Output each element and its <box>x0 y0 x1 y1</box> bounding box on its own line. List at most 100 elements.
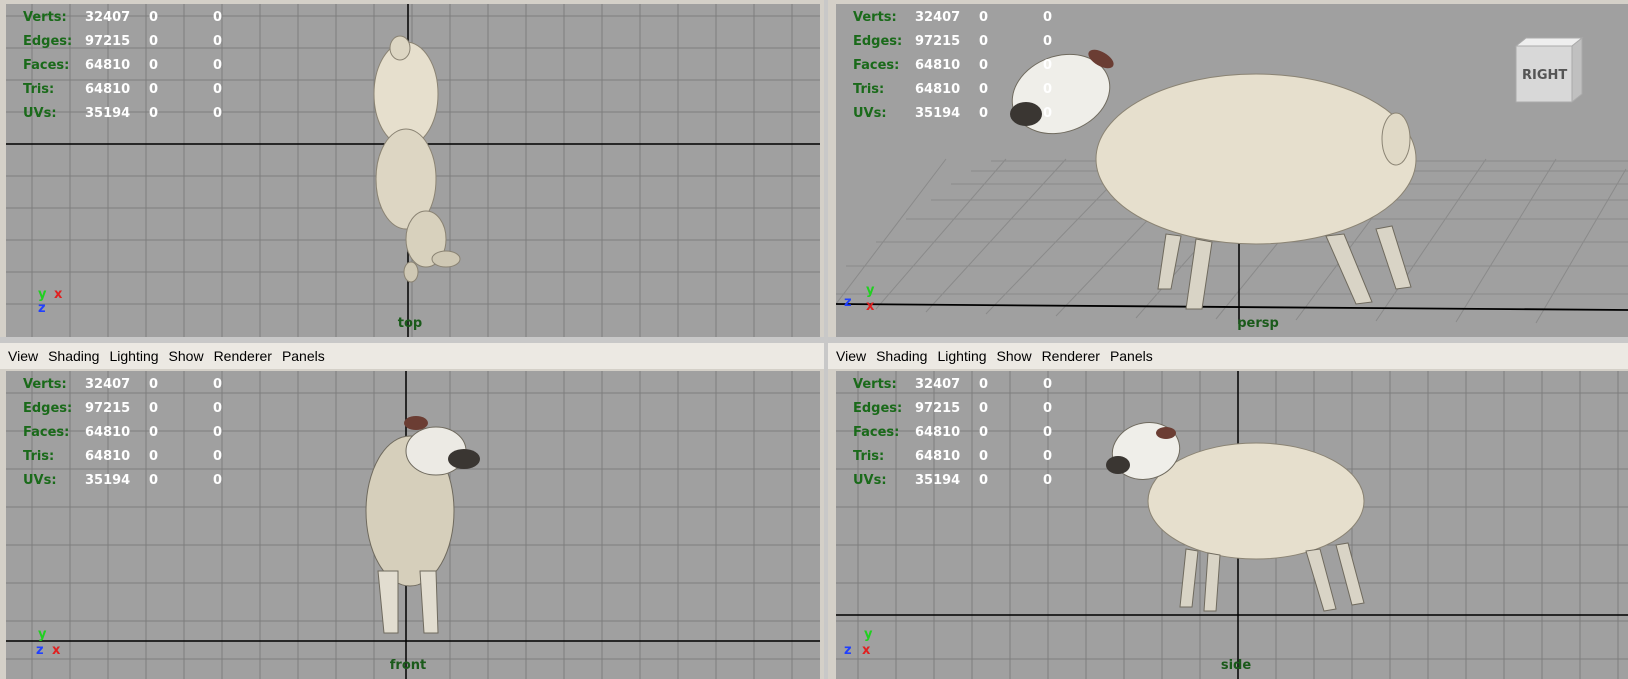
hud-value: 0 <box>979 449 989 464</box>
hud-label: UVs: <box>853 473 887 488</box>
hud-label: Tris: <box>853 449 885 464</box>
menu-renderer[interactable]: Renderer <box>214 348 272 364</box>
hud-label: Tris: <box>23 82 55 97</box>
hud-value: 64810 <box>85 58 131 73</box>
hud-value: 64810 <box>915 58 961 73</box>
hud-label: Edges: <box>853 34 903 49</box>
axis-z-label: z <box>38 301 46 316</box>
hud-value: 32407 <box>915 377 961 392</box>
hud-value: 64810 <box>915 425 961 440</box>
hud-value: 0 <box>1043 106 1053 121</box>
hud-value: 64810 <box>915 82 961 97</box>
hud-label: Edges: <box>23 401 73 416</box>
camera-label-persp: persp <box>1237 316 1279 331</box>
hud-value: 35194 <box>85 473 131 488</box>
hud-label: Verts: <box>23 10 67 25</box>
menu-renderer[interactable]: Renderer <box>1042 348 1100 364</box>
axis-y-label: y <box>864 627 873 642</box>
hud-value: 35194 <box>915 473 961 488</box>
hud-value: 0 <box>1043 377 1053 392</box>
hud-value: 0 <box>213 377 223 392</box>
hud-value: 0 <box>149 82 159 97</box>
viewport-top[interactable]: Verts: 32407 0 0 Edges: 97215 0 0 Faces: 64810 0… <box>6 4 820 337</box>
hud-value: 0 <box>149 377 159 392</box>
hud-label: Edges: <box>23 34 73 49</box>
menu-shading[interactable]: Shading <box>876 348 927 364</box>
axis-x-label: x <box>52 643 61 658</box>
axis-gizmo: y z x <box>32 627 72 659</box>
hud-label: UVs: <box>23 473 57 488</box>
hud-value: 0 <box>1043 425 1053 440</box>
hud-label: Verts: <box>853 10 897 25</box>
axis-x-label: x <box>54 287 63 302</box>
menu-view[interactable]: View <box>836 348 866 364</box>
hud-value: 0 <box>1043 82 1053 97</box>
hud-label: Edges: <box>853 401 903 416</box>
menu-shading[interactable]: Shading <box>48 348 99 364</box>
hud-value: 0 <box>1043 401 1053 416</box>
hud-label: Tris: <box>23 449 55 464</box>
hud-label: UVs: <box>853 106 887 121</box>
hud-value: 35194 <box>85 106 131 121</box>
hud-value: 0 <box>979 82 989 97</box>
viewport-side[interactable]: Verts: 32407 0 0 Edges: 97215 0 0 Faces: 64810 0… <box>836 371 1628 679</box>
hud-label: UVs: <box>23 106 57 121</box>
hud-value: 0 <box>213 58 223 73</box>
hud-stats-front: Verts: 32407 0 0 Edges: 97215 0 0 Faces: 64810 0… <box>23 373 233 493</box>
hud-stats-side: Verts: 32407 0 0 Edges: 97215 0 0 Faces: 64810 0… <box>853 373 1063 493</box>
axis-gizmo: y z x <box>842 627 882 659</box>
hud-value: 0 <box>1043 10 1053 25</box>
hud-stats-top: Verts: 32407 0 0 Edges: 97215 0 0 Faces: 64810 0… <box>23 6 233 126</box>
axis-z-label: z <box>844 643 852 658</box>
axis-x-label: x <box>866 299 875 314</box>
viewport-panel-persp: Verts: 32407 0 0 Edges: 97215 0 0 Faces: 64810 0… <box>828 0 1628 337</box>
hud-value: 0 <box>979 473 989 488</box>
viewport-panel-front: View Shading Lighting Show Renderer Pane… <box>0 343 824 679</box>
hud-label: Verts: <box>853 377 897 392</box>
hud-value: 0 <box>979 425 989 440</box>
menu-show[interactable]: Show <box>169 348 204 364</box>
hud-value: 0 <box>213 10 223 25</box>
viewport-persp[interactable]: Verts: 32407 0 0 Edges: 97215 0 0 Faces: 64810 0… <box>836 4 1628 337</box>
hud-label: Faces: <box>853 425 900 440</box>
menu-lighting[interactable]: Lighting <box>937 348 986 364</box>
hud-value: 35194 <box>915 106 961 121</box>
menu-lighting[interactable]: Lighting <box>109 348 158 364</box>
hud-value: 64810 <box>85 449 131 464</box>
hud-value: 0 <box>979 401 989 416</box>
hud-value: 0 <box>149 425 159 440</box>
axis-z-label: z <box>844 295 852 310</box>
hud-value: 97215 <box>85 34 131 49</box>
menu-show[interactable]: Show <box>997 348 1032 364</box>
hud-value: 0 <box>213 34 223 49</box>
axis-y-label: y <box>38 627 47 642</box>
hud-value: 0 <box>213 473 223 488</box>
hud-stats-persp: Verts: 32407 0 0 Edges: 97215 0 0 Faces: 64810 0… <box>853 6 1063 126</box>
hud-value: 0 <box>149 449 159 464</box>
menu-view[interactable]: View <box>8 348 38 364</box>
hud-value: 0 <box>979 377 989 392</box>
axis-y-label: y <box>38 287 47 302</box>
hud-value: 97215 <box>915 401 961 416</box>
hud-value: 0 <box>149 401 159 416</box>
hud-value: 0 <box>1043 473 1053 488</box>
menu-panels[interactable]: Panels <box>1110 348 1153 364</box>
camera-label-front: front <box>389 658 427 673</box>
menu-panels[interactable]: Panels <box>282 348 325 364</box>
viewcube-label[interactable]: RIGHT <box>1522 68 1567 83</box>
axis-gizmo: y z x <box>844 283 884 314</box>
hud-value: 64810 <box>85 425 131 440</box>
hud-label: Tris: <box>853 82 885 97</box>
hud-label: Verts: <box>23 377 67 392</box>
hud-value: 0 <box>979 106 989 121</box>
hud-value: 0 <box>979 10 989 25</box>
hud-value: 97215 <box>85 401 131 416</box>
hud-value: 0 <box>213 425 223 440</box>
viewport-front[interactable]: Verts: 32407 0 0 Edges: 97215 0 0 Faces: 64810 0… <box>6 371 820 679</box>
hud-value: 0 <box>213 449 223 464</box>
hud-label: Faces: <box>23 425 70 440</box>
camera-label-side: side <box>1220 658 1252 673</box>
hud-value: 0 <box>1043 34 1053 49</box>
hud-value: 97215 <box>915 34 961 49</box>
hud-value: 0 <box>213 82 223 97</box>
